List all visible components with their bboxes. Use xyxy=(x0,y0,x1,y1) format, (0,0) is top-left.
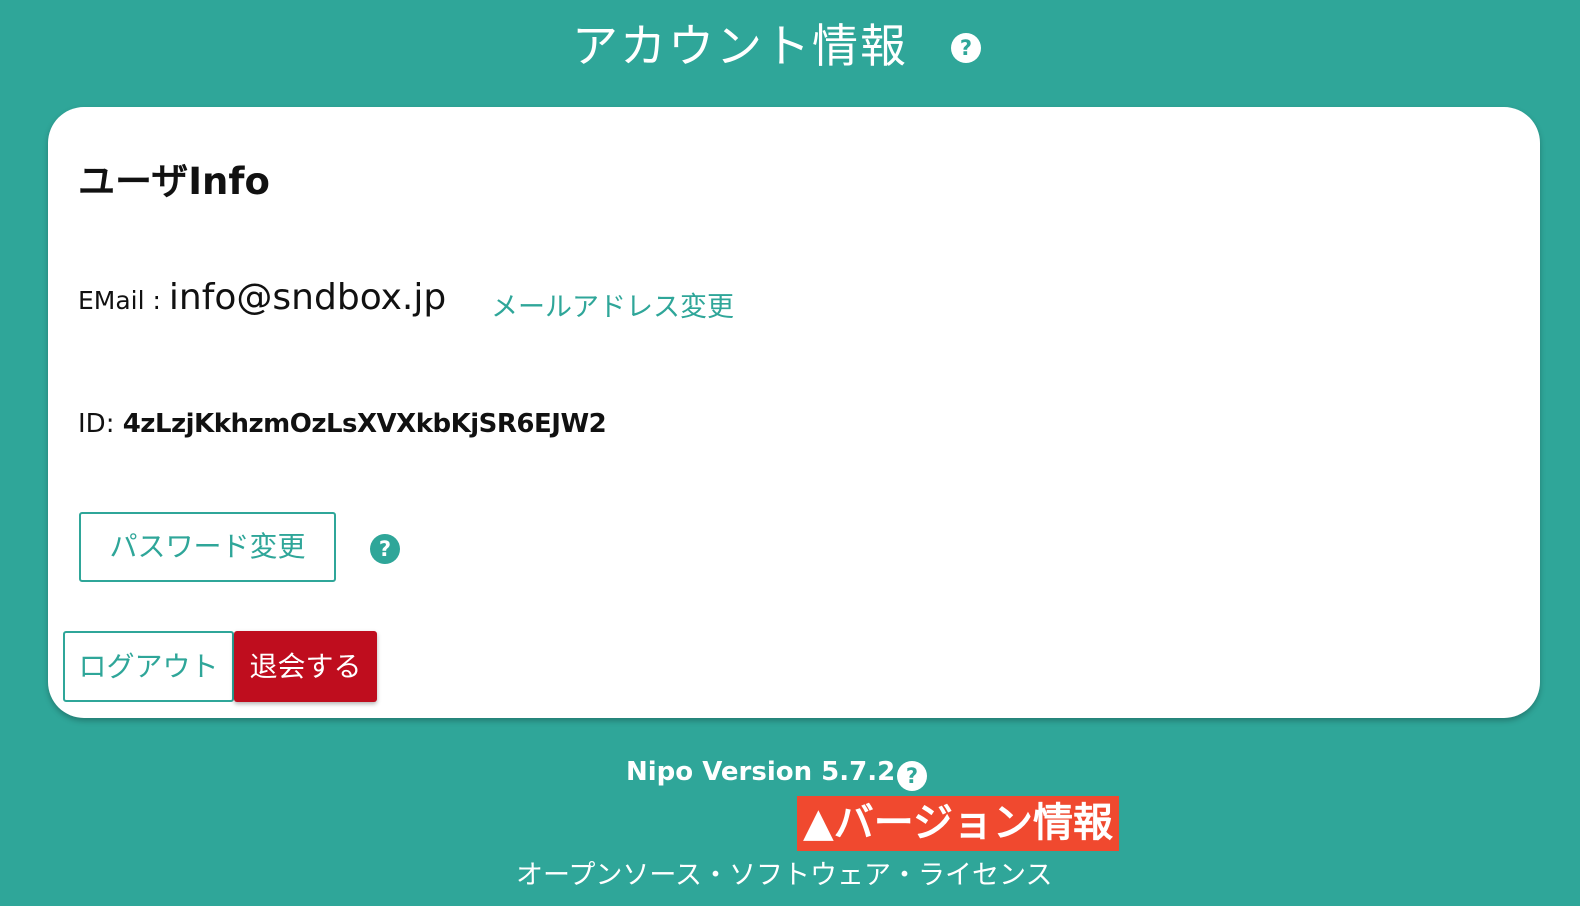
email-value: info@sndbox.jp xyxy=(168,277,447,318)
account-help-icon[interactable]: ? xyxy=(951,33,981,63)
logout-button[interactable]: ログアウト xyxy=(63,631,234,702)
user-info-card: ユーザInfo EMail : info@sndbox.jp メールアドレス変更… xyxy=(48,107,1540,718)
id-value: 4zLzjKkhzmOzLsXVXkbKjSR6EJW2 xyxy=(122,409,607,439)
email-label: EMail : xyxy=(78,286,169,315)
change-password-button[interactable]: パスワード変更 xyxy=(79,512,336,582)
card-title: ユーザInfo xyxy=(78,160,270,203)
page-title: アカウント情報 xyxy=(572,19,908,73)
version-annotation-label: ▲バージョン情報 xyxy=(797,796,1119,851)
version-help-icon[interactable]: ? xyxy=(897,761,927,791)
page-header: アカウント情報 ? xyxy=(0,14,1580,78)
withdraw-button[interactable]: 退会する xyxy=(234,631,377,702)
id-row: ID: 4zLzjKkhzmOzLsXVXkbKjSR6EJW2 xyxy=(78,409,607,439)
id-label: ID: xyxy=(78,409,123,439)
change-email-link[interactable]: メールアドレス変更 xyxy=(491,285,734,324)
oss-license-link[interactable]: オープンソース・ソフトウェア・ライセンス xyxy=(516,853,1053,892)
password-help-icon[interactable]: ? xyxy=(370,534,400,564)
version-text: Nipo Version 5.7.2 xyxy=(626,757,896,787)
email-row: EMail : info@sndbox.jp xyxy=(78,277,446,318)
